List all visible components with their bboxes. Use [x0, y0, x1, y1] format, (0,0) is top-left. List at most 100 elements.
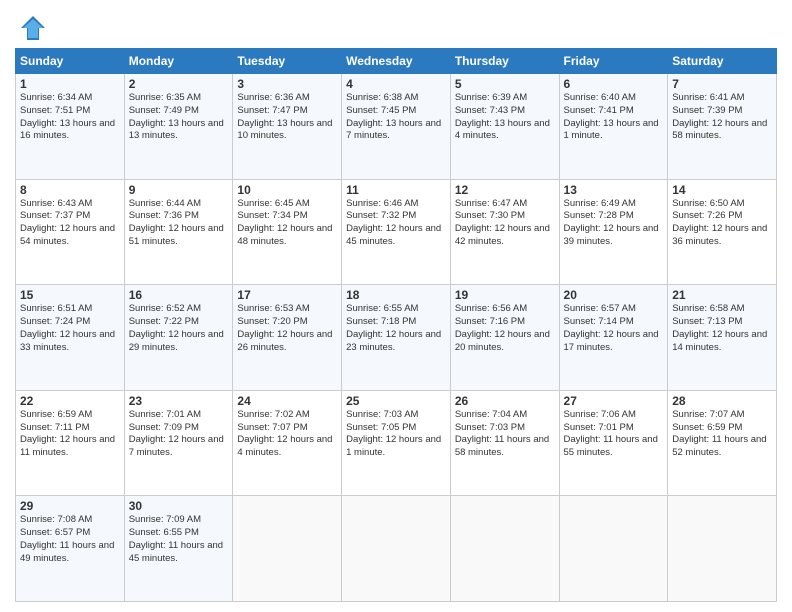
- day-number: 30: [129, 499, 229, 513]
- day-cell: 2 Sunrise: 6:35 AM Sunset: 7:49 PM Dayli…: [124, 74, 233, 180]
- day-number: 11: [346, 183, 446, 197]
- day-number: 27: [564, 394, 664, 408]
- col-header-monday: Monday: [124, 49, 233, 74]
- day-cell: 10 Sunrise: 6:45 AM Sunset: 7:34 PM Dayl…: [233, 179, 342, 285]
- day-cell: 23 Sunrise: 7:01 AM Sunset: 7:09 PM Dayl…: [124, 390, 233, 496]
- day-number: 4: [346, 77, 446, 91]
- day-cell: 14 Sunrise: 6:50 AM Sunset: 7:26 PM Dayl…: [668, 179, 777, 285]
- day-cell: 7 Sunrise: 6:41 AM Sunset: 7:39 PM Dayli…: [668, 74, 777, 180]
- day-number: 24: [237, 394, 337, 408]
- day-cell: 17 Sunrise: 6:53 AM Sunset: 7:20 PM Dayl…: [233, 285, 342, 391]
- day-detail: Sunrise: 6:40 AM Sunset: 7:41 PM Dayligh…: [564, 92, 664, 143]
- logo: [15, 14, 47, 42]
- day-cell: 27 Sunrise: 7:06 AM Sunset: 7:01 PM Dayl…: [559, 390, 668, 496]
- day-cell: 19 Sunrise: 6:56 AM Sunset: 7:16 PM Dayl…: [450, 285, 559, 391]
- week-row-2: 8 Sunrise: 6:43 AM Sunset: 7:37 PM Dayli…: [16, 179, 777, 285]
- day-detail: Sunrise: 6:51 AM Sunset: 7:24 PM Dayligh…: [20, 303, 120, 354]
- day-cell: 11 Sunrise: 6:46 AM Sunset: 7:32 PM Dayl…: [342, 179, 451, 285]
- day-detail: Sunrise: 6:43 AM Sunset: 7:37 PM Dayligh…: [20, 198, 120, 249]
- day-number: 17: [237, 288, 337, 302]
- week-row-1: 1 Sunrise: 6:34 AM Sunset: 7:51 PM Dayli…: [16, 74, 777, 180]
- day-detail: Sunrise: 7:08 AM Sunset: 6:57 PM Dayligh…: [20, 514, 120, 565]
- logo-icon: [19, 14, 47, 42]
- col-header-saturday: Saturday: [668, 49, 777, 74]
- day-cell: 6 Sunrise: 6:40 AM Sunset: 7:41 PM Dayli…: [559, 74, 668, 180]
- day-number: 10: [237, 183, 337, 197]
- day-cell: 12 Sunrise: 6:47 AM Sunset: 7:30 PM Dayl…: [450, 179, 559, 285]
- day-detail: Sunrise: 7:01 AM Sunset: 7:09 PM Dayligh…: [129, 409, 229, 460]
- day-cell: 4 Sunrise: 6:38 AM Sunset: 7:45 PM Dayli…: [342, 74, 451, 180]
- day-number: 16: [129, 288, 229, 302]
- day-detail: Sunrise: 7:03 AM Sunset: 7:05 PM Dayligh…: [346, 409, 446, 460]
- col-header-thursday: Thursday: [450, 49, 559, 74]
- day-number: 13: [564, 183, 664, 197]
- day-detail: Sunrise: 6:34 AM Sunset: 7:51 PM Dayligh…: [20, 92, 120, 143]
- day-cell: [233, 496, 342, 602]
- day-cell: 28 Sunrise: 7:07 AM Sunset: 6:59 PM Dayl…: [668, 390, 777, 496]
- day-detail: Sunrise: 6:45 AM Sunset: 7:34 PM Dayligh…: [237, 198, 337, 249]
- day-number: 22: [20, 394, 120, 408]
- calendar-header-row: SundayMondayTuesdayWednesdayThursdayFrid…: [16, 49, 777, 74]
- day-detail: Sunrise: 6:49 AM Sunset: 7:28 PM Dayligh…: [564, 198, 664, 249]
- day-detail: Sunrise: 6:55 AM Sunset: 7:18 PM Dayligh…: [346, 303, 446, 354]
- day-detail: Sunrise: 7:06 AM Sunset: 7:01 PM Dayligh…: [564, 409, 664, 460]
- header: [15, 10, 777, 42]
- day-number: 6: [564, 77, 664, 91]
- day-number: 2: [129, 77, 229, 91]
- col-header-wednesday: Wednesday: [342, 49, 451, 74]
- day-detail: Sunrise: 6:58 AM Sunset: 7:13 PM Dayligh…: [672, 303, 772, 354]
- week-row-5: 29 Sunrise: 7:08 AM Sunset: 6:57 PM Dayl…: [16, 496, 777, 602]
- day-number: 3: [237, 77, 337, 91]
- week-row-3: 15 Sunrise: 6:51 AM Sunset: 7:24 PM Dayl…: [16, 285, 777, 391]
- day-number: 9: [129, 183, 229, 197]
- day-detail: Sunrise: 6:53 AM Sunset: 7:20 PM Dayligh…: [237, 303, 337, 354]
- day-detail: Sunrise: 6:35 AM Sunset: 7:49 PM Dayligh…: [129, 92, 229, 143]
- day-cell: 1 Sunrise: 6:34 AM Sunset: 7:51 PM Dayli…: [16, 74, 125, 180]
- day-cell: 16 Sunrise: 6:52 AM Sunset: 7:22 PM Dayl…: [124, 285, 233, 391]
- col-header-tuesday: Tuesday: [233, 49, 342, 74]
- day-cell: 21 Sunrise: 6:58 AM Sunset: 7:13 PM Dayl…: [668, 285, 777, 391]
- day-number: 5: [455, 77, 555, 91]
- day-cell: 24 Sunrise: 7:02 AM Sunset: 7:07 PM Dayl…: [233, 390, 342, 496]
- day-cell: [342, 496, 451, 602]
- day-detail: Sunrise: 7:07 AM Sunset: 6:59 PM Dayligh…: [672, 409, 772, 460]
- day-number: 12: [455, 183, 555, 197]
- col-header-sunday: Sunday: [16, 49, 125, 74]
- day-cell: 26 Sunrise: 7:04 AM Sunset: 7:03 PM Dayl…: [450, 390, 559, 496]
- day-detail: Sunrise: 6:44 AM Sunset: 7:36 PM Dayligh…: [129, 198, 229, 249]
- day-cell: [450, 496, 559, 602]
- day-cell: 15 Sunrise: 6:51 AM Sunset: 7:24 PM Dayl…: [16, 285, 125, 391]
- day-detail: Sunrise: 6:38 AM Sunset: 7:45 PM Dayligh…: [346, 92, 446, 143]
- day-cell: 5 Sunrise: 6:39 AM Sunset: 7:43 PM Dayli…: [450, 74, 559, 180]
- day-number: 25: [346, 394, 446, 408]
- day-cell: [559, 496, 668, 602]
- day-number: 18: [346, 288, 446, 302]
- day-cell: 25 Sunrise: 7:03 AM Sunset: 7:05 PM Dayl…: [342, 390, 451, 496]
- day-number: 19: [455, 288, 555, 302]
- col-header-friday: Friday: [559, 49, 668, 74]
- day-detail: Sunrise: 6:41 AM Sunset: 7:39 PM Dayligh…: [672, 92, 772, 143]
- day-detail: Sunrise: 6:36 AM Sunset: 7:47 PM Dayligh…: [237, 92, 337, 143]
- day-cell: 22 Sunrise: 6:59 AM Sunset: 7:11 PM Dayl…: [16, 390, 125, 496]
- day-cell: 9 Sunrise: 6:44 AM Sunset: 7:36 PM Dayli…: [124, 179, 233, 285]
- day-detail: Sunrise: 7:02 AM Sunset: 7:07 PM Dayligh…: [237, 409, 337, 460]
- calendar: SundayMondayTuesdayWednesdayThursdayFrid…: [15, 48, 777, 602]
- day-number: 29: [20, 499, 120, 513]
- day-number: 8: [20, 183, 120, 197]
- day-detail: Sunrise: 6:52 AM Sunset: 7:22 PM Dayligh…: [129, 303, 229, 354]
- day-cell: 18 Sunrise: 6:55 AM Sunset: 7:18 PM Dayl…: [342, 285, 451, 391]
- day-detail: Sunrise: 6:39 AM Sunset: 7:43 PM Dayligh…: [455, 92, 555, 143]
- day-detail: Sunrise: 6:46 AM Sunset: 7:32 PM Dayligh…: [346, 198, 446, 249]
- day-number: 7: [672, 77, 772, 91]
- week-row-4: 22 Sunrise: 6:59 AM Sunset: 7:11 PM Dayl…: [16, 390, 777, 496]
- day-cell: 8 Sunrise: 6:43 AM Sunset: 7:37 PM Dayli…: [16, 179, 125, 285]
- day-number: 20: [564, 288, 664, 302]
- day-cell: 3 Sunrise: 6:36 AM Sunset: 7:47 PM Dayli…: [233, 74, 342, 180]
- day-number: 15: [20, 288, 120, 302]
- day-detail: Sunrise: 6:47 AM Sunset: 7:30 PM Dayligh…: [455, 198, 555, 249]
- page: SundayMondayTuesdayWednesdayThursdayFrid…: [0, 0, 792, 612]
- day-detail: Sunrise: 6:56 AM Sunset: 7:16 PM Dayligh…: [455, 303, 555, 354]
- day-detail: Sunrise: 6:50 AM Sunset: 7:26 PM Dayligh…: [672, 198, 772, 249]
- day-detail: Sunrise: 7:09 AM Sunset: 6:55 PM Dayligh…: [129, 514, 229, 565]
- day-number: 21: [672, 288, 772, 302]
